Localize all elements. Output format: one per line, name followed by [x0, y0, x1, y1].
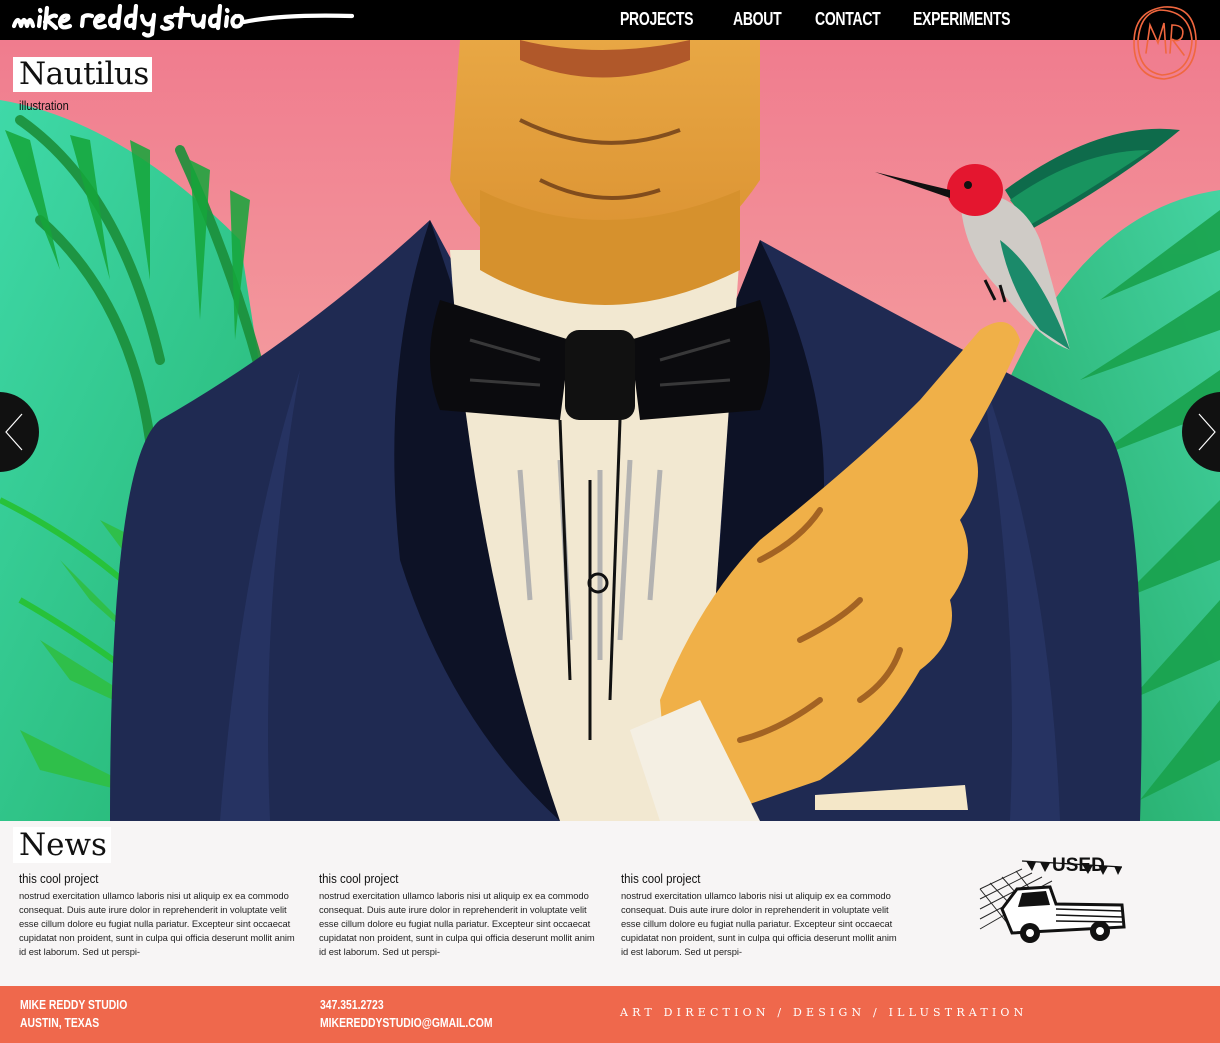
monogram-logo[interactable]	[1130, 3, 1200, 83]
chevron-right-icon	[1198, 413, 1216, 451]
news-item-heading[interactable]: this cool project	[319, 871, 570, 886]
news-item-heading[interactable]: this cool project	[19, 871, 270, 886]
chevron-left-icon	[5, 413, 23, 451]
used-truck-illustration[interactable]: USED	[972, 849, 1132, 949]
project-title-label: Nautilus	[13, 56, 152, 92]
news-item: this cool project nostrud exercitation u…	[19, 871, 304, 959]
nav-contact[interactable]: CONTACT	[815, 9, 881, 30]
nav-experiments[interactable]: EXPERIMENTS	[913, 9, 1011, 30]
news-title-label: News	[13, 827, 111, 863]
project-category: illustration	[19, 98, 69, 113]
news-section: News this cool project nostrud exercitat…	[0, 821, 1220, 986]
hero-illustration	[0, 40, 1220, 821]
project-title: Nautilus	[19, 56, 149, 92]
news-item-body: nostrud exercitation ullamco laboris nis…	[19, 890, 295, 957]
news-item-body: nostrud exercitation ullamco laboris nis…	[319, 890, 595, 957]
news-item-heading[interactable]: this cool project	[621, 871, 872, 886]
nav-about[interactable]: ABOUT	[733, 9, 782, 30]
footer: MIKE REDDY STUDIO AUSTIN, TEXAS 347.351.…	[0, 986, 1220, 1043]
studio-logo[interactable]	[12, 4, 354, 38]
news-item: this cool project nostrud exercitation u…	[319, 871, 604, 959]
used-sign-text: USED	[1052, 855, 1105, 876]
footer-phone-link[interactable]: 347.351.2723	[320, 997, 384, 1012]
top-bar: PROJECTS ABOUT CONTACT EXPERIMENTS	[0, 0, 1220, 40]
nav-projects[interactable]: PROJECTS	[620, 9, 693, 30]
footer-location: AUSTIN, TEXAS	[20, 1015, 100, 1030]
news-item-body: nostrud exercitation ullamco laboris nis…	[621, 890, 897, 957]
footer-tagline: ART DIRECTION / DESIGN / ILLUSTRATION	[620, 1006, 1028, 1019]
footer-email-link[interactable]: MIKEREDDYSTUDIO@GMAIL.COM	[320, 1015, 493, 1030]
news-title: News	[19, 827, 107, 863]
hero-slideshow: Nautilus illustration	[0, 40, 1220, 821]
footer-studio-name: MIKE REDDY STUDIO	[20, 997, 128, 1012]
news-item: this cool project nostrud exercitation u…	[621, 871, 906, 959]
